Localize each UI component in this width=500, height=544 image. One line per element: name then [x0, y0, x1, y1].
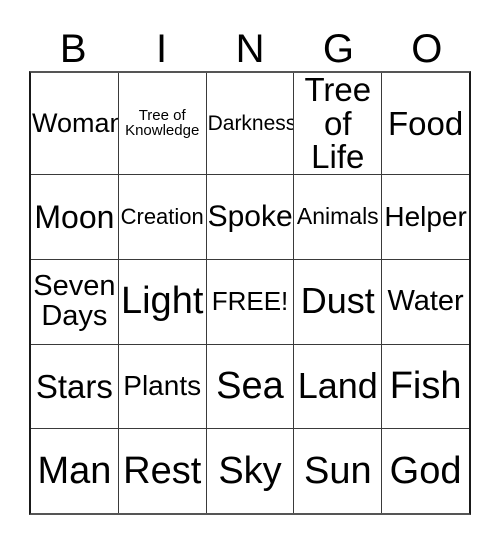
bingo-cell[interactable]: Woman	[31, 73, 119, 174]
bingo-cell-label: Woman	[32, 107, 119, 138]
bingo-cell[interactable]: Rest	[119, 429, 207, 514]
bingo-cell-label: Food	[387, 104, 464, 142]
bingo-cell-label: Spoke	[207, 199, 293, 233]
bingo-header-row: B I N G O	[29, 22, 471, 71]
bingo-cell-label: Tree of Life	[304, 73, 372, 174]
bingo-cell[interactable]: Darkness	[207, 73, 295, 174]
bingo-cell[interactable]: Seven Days	[31, 259, 119, 344]
bingo-header-letter-o: O	[411, 27, 443, 71]
bingo-cell[interactable]: Plants	[119, 344, 207, 429]
bingo-cell[interactable]: Man	[31, 429, 119, 514]
bingo-cell[interactable]: Tree of Life	[294, 73, 383, 174]
bingo-cell[interactable]: Land	[294, 344, 383, 429]
bingo-cell-label: Dust	[300, 280, 375, 322]
bingo-cell[interactable]: Tree of Knowledge	[119, 73, 207, 174]
bingo-cell[interactable]: Water	[382, 260, 469, 344]
bingo-header-letter-n: N	[235, 27, 265, 71]
bingo-cell-label: Plants	[123, 370, 202, 402]
bingo-cell-label: Man	[37, 449, 112, 492]
bingo-cell[interactable]: Moon	[31, 174, 119, 259]
bingo-card: B I N G O Woman Tree of Knowledge Darkne…	[0, 0, 500, 544]
bingo-grid: Woman Tree of Knowledge Darkness Tree of…	[29, 71, 471, 515]
bingo-cell-free[interactable]: FREE!	[207, 259, 295, 344]
bingo-cell[interactable]: Sky	[207, 429, 295, 514]
bingo-row: Man Rest Sky Sun God	[31, 429, 469, 514]
bingo-cell[interactable]: Helper	[382, 175, 469, 259]
bingo-cell[interactable]: Spoke	[207, 174, 295, 259]
bingo-cell-label: Moon	[34, 198, 115, 235]
bingo-cell-label: Light	[120, 280, 204, 323]
bingo-cell-label: Sea	[216, 365, 284, 407]
bingo-cell-label: Rest	[123, 449, 202, 492]
bingo-cell-label: Water	[387, 284, 464, 317]
bingo-header-letter-i: I	[156, 27, 168, 71]
bingo-cell[interactable]: Fish	[382, 345, 469, 429]
bingo-row: Stars Plants Sea Land Fish	[31, 344, 469, 430]
bingo-cell-label: Stars	[35, 367, 113, 405]
bingo-cell-label: Sun	[303, 449, 372, 492]
bingo-cell-label: Creation	[120, 203, 204, 229]
bingo-row: Moon Creation Spoke Animals Helper	[31, 174, 469, 260]
bingo-cell[interactable]: Creation	[119, 174, 207, 259]
bingo-header-letter-b: B	[59, 27, 87, 71]
bingo-cell[interactable]: Stars	[31, 344, 119, 429]
bingo-free-label: FREE!	[211, 286, 289, 317]
bingo-cell-label: Helper	[384, 200, 467, 232]
bingo-cell[interactable]: God	[382, 429, 469, 513]
bingo-cell-label: Tree of Knowledge	[125, 107, 200, 140]
bingo-cell-label: Seven Days	[33, 270, 116, 332]
bingo-row: Seven Days Light FREE! Dust Water	[31, 259, 469, 345]
bingo-cell-label: Fish	[389, 365, 462, 407]
bingo-cell[interactable]: Food	[382, 73, 469, 174]
bingo-cell-label: Sky	[218, 449, 282, 492]
bingo-cell-label: Darkness	[207, 111, 295, 135]
bingo-header-letter-g: G	[322, 27, 354, 71]
bingo-cell-label: God	[389, 449, 462, 492]
bingo-cell[interactable]: Light	[119, 259, 207, 344]
bingo-row: Woman Tree of Knowledge Darkness Tree of…	[31, 73, 469, 175]
bingo-cell-label: Land	[297, 365, 378, 407]
bingo-cell-label: Animals	[296, 203, 379, 230]
bingo-cell[interactable]: Dust	[294, 259, 383, 344]
bingo-cell[interactable]: Animals	[294, 174, 383, 259]
bingo-cell[interactable]: Sun	[294, 429, 383, 514]
bingo-cell[interactable]: Sea	[207, 344, 295, 429]
